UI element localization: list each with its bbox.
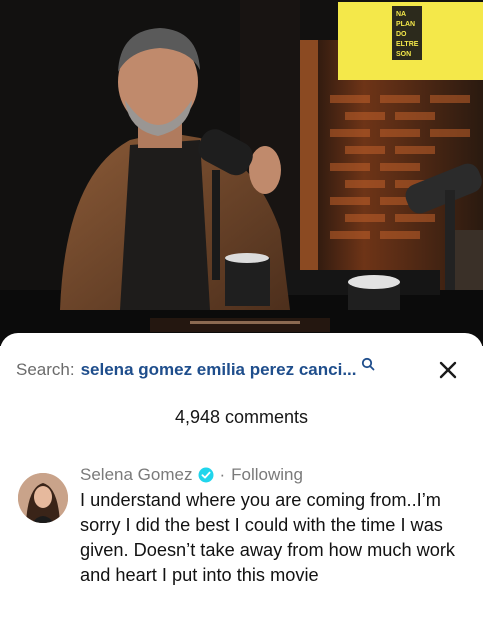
search-query[interactable]: selena gomez emilia perez canci...	[81, 360, 357, 380]
video-player[interactable]: NA PLAN DO ELTRE SON	[0, 0, 483, 346]
following-status: Following	[231, 465, 303, 484]
sign-text-line: SON	[396, 51, 411, 58]
comment-text: I understand where you are coming from..…	[80, 490, 456, 585]
close-icon[interactable]	[436, 358, 460, 382]
comments-sheet: Search: selena gomez emilia perez canci.…	[0, 333, 483, 620]
search-icon[interactable]	[361, 357, 375, 371]
search-bar[interactable]: Search: selena gomez emilia perez canci.…	[16, 355, 466, 385]
meta-separator: ·	[219, 465, 226, 484]
sign-text-line: DO	[396, 31, 407, 38]
sign-text-line: ELTRE	[396, 41, 419, 48]
search-label: Search:	[16, 360, 75, 379]
sign-text-line: NA	[396, 11, 406, 18]
comment-author[interactable]: Selena Gomez	[80, 465, 192, 485]
sign-text-line: PLAN	[396, 21, 415, 28]
comments-count: 4,948 comments	[174, 407, 309, 427]
avatar[interactable]	[18, 473, 68, 523]
video-frame: NA PLAN DO ELTRE SON	[0, 0, 483, 346]
comment-meta: Selena Gomez · Following	[80, 463, 303, 487]
verified-badge-icon	[198, 467, 214, 483]
